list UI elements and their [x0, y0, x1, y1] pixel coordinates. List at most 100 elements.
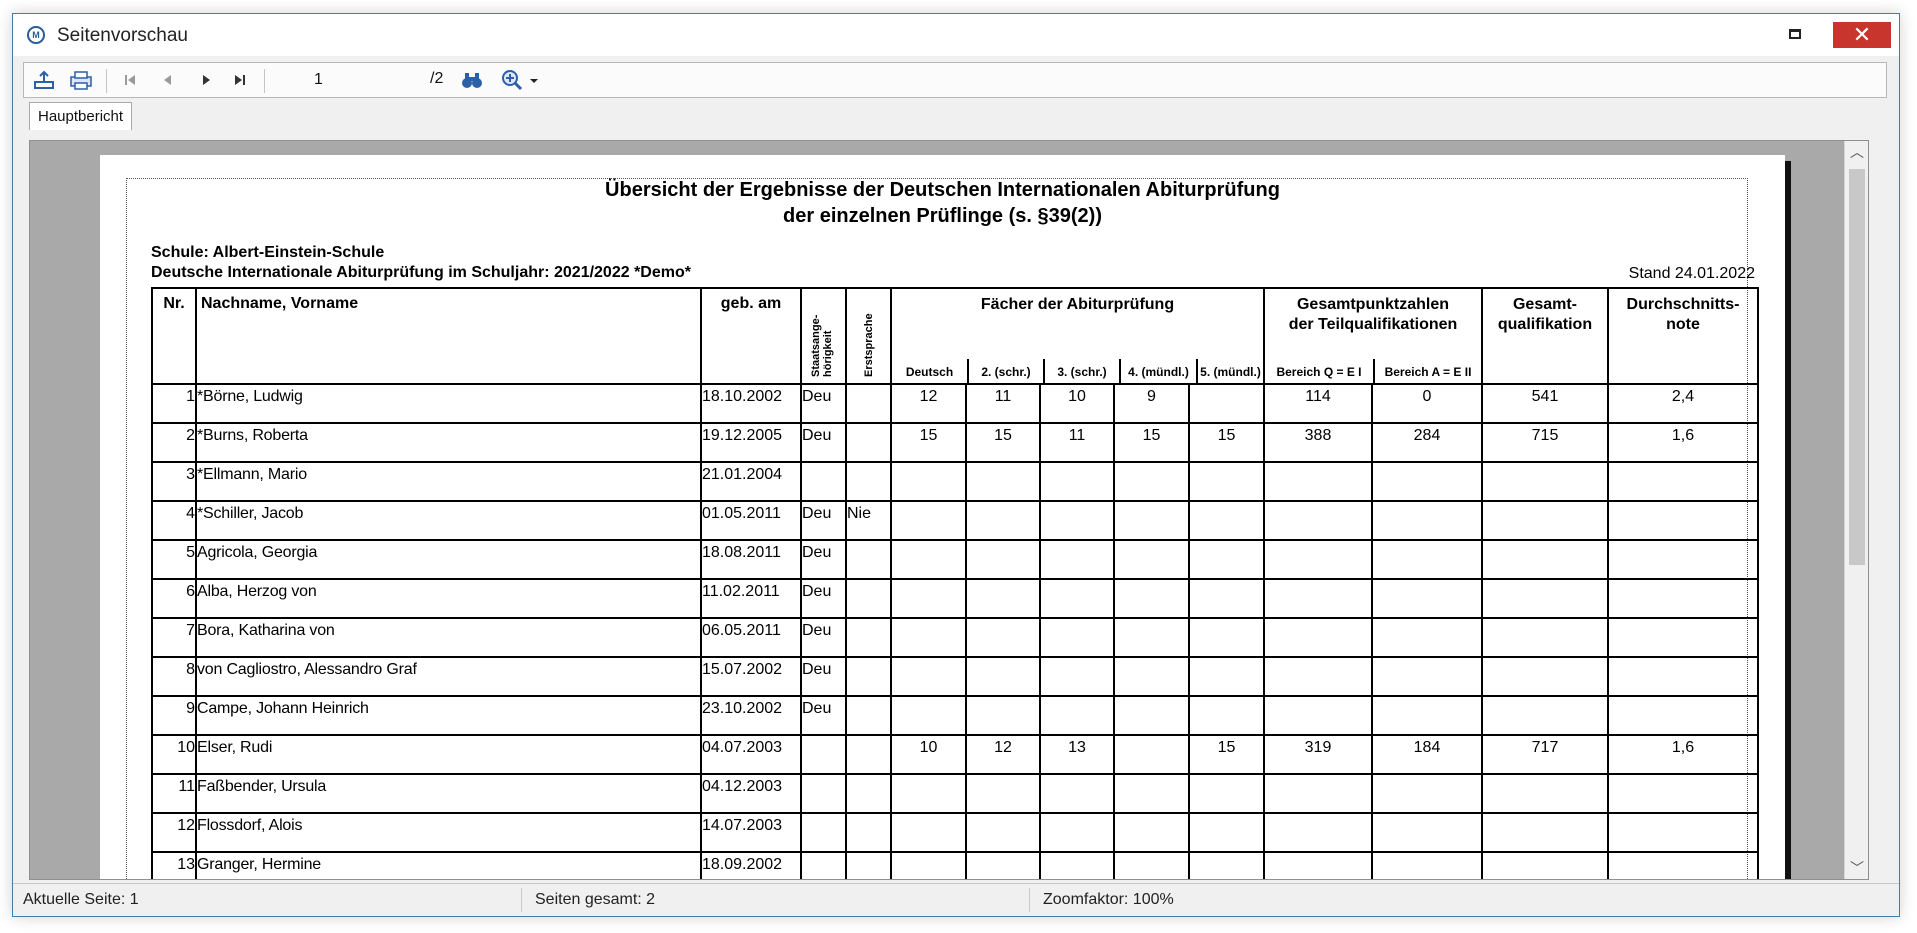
status-total-pages: Seiten gesamt: 2 [535, 891, 656, 908]
previous-page-icon[interactable] [158, 69, 178, 91]
row-bereich-q [1263, 656, 1373, 697]
tab-hauptbericht[interactable]: Hauptbericht [29, 102, 133, 130]
row-name: Faßbender, Ursula [195, 773, 702, 814]
row-deutsch [890, 539, 967, 580]
row-deutsch: 15 [890, 422, 967, 463]
row-nr: 2 [151, 422, 197, 463]
row-erstsprache [845, 422, 892, 463]
row-nr: 4 [151, 500, 197, 541]
row-bereich-a: 0 [1371, 383, 1483, 424]
row-name: Elser, Rudi [195, 734, 702, 775]
table-row: 9 Campe, Johann Heinrich 23.10.2002 Deu [151, 695, 1759, 736]
row-name: *Ellmann, Mario [195, 461, 702, 502]
row-4-muendl [1113, 851, 1190, 879]
header-erstsprache-label: Erstsprache [862, 313, 875, 377]
subheader-bereich-a: Bereich A = E II [1384, 365, 1472, 379]
report-title-line-1: Übersicht der Ergebnisse der Deutschen I… [605, 179, 1280, 201]
row-5-muendl: 15 [1188, 734, 1265, 775]
row-gesamtqual [1481, 461, 1609, 502]
row-durchschnitt [1607, 695, 1759, 736]
row-name: Campe, Johann Heinrich [195, 695, 702, 736]
row-geb: 04.12.2003 [700, 773, 802, 814]
row-nr: 3 [151, 461, 197, 502]
print-icon[interactable] [68, 69, 94, 91]
subheader-bereich-q: Bereich Q = E I [1276, 365, 1362, 379]
row-durchschnitt [1607, 617, 1759, 658]
row-name: Flossdorf, Alois [195, 812, 702, 853]
row-durchschnitt [1607, 500, 1759, 541]
row-2-schr [965, 656, 1041, 697]
row-5-muendl [1188, 500, 1265, 541]
row-erstsprache [845, 383, 892, 424]
row-3-schr: 11 [1039, 422, 1115, 463]
report-title-line-2: der einzelnen Prüflinge (s. §39(2)) [783, 205, 1102, 227]
row-geb: 14.07.2003 [700, 812, 802, 853]
header-gesamtpunktzahlen: Gesamtpunktzahlen der Teilqualifikationen… [1263, 287, 1483, 385]
binoculars-search-icon[interactable] [460, 69, 484, 91]
row-4-muendl [1113, 656, 1190, 697]
header-schnitt-b: note [1666, 316, 1700, 333]
row-gesamtqual [1481, 773, 1609, 814]
row-gesamtqual [1481, 851, 1609, 879]
row-nr: 13 [151, 851, 197, 879]
app-logo-icon: M [27, 26, 45, 44]
row-staat: Deu [800, 383, 847, 424]
table-row: 7 Bora, Katharina von 06.05.2011 Deu [151, 617, 1759, 658]
row-5-muendl [1188, 851, 1265, 879]
close-button[interactable]: ✕ [1833, 22, 1891, 48]
header-staatsangehoerigkeit: Staatsange-hörigkeit [800, 287, 847, 385]
exam-year: Deutsche Internationale Abiturprüfung im… [151, 264, 691, 281]
row-gesamtqual [1481, 500, 1609, 541]
row-staat [800, 773, 847, 814]
status-current-page: Aktuelle Seite: 1 [23, 891, 139, 908]
last-page-icon[interactable] [230, 69, 250, 91]
row-4-muendl [1113, 539, 1190, 580]
scroll-down-icon[interactable]: ﹀ [1845, 857, 1868, 879]
row-durchschnitt [1607, 851, 1759, 879]
row-3-schr [1039, 773, 1115, 814]
row-bereich-q: 388 [1263, 422, 1373, 463]
scrollbar-thumb[interactable] [1849, 169, 1865, 565]
page-number-input[interactable] [310, 67, 420, 93]
zoom-icon[interactable] [500, 69, 524, 91]
row-3-schr [1039, 539, 1115, 580]
status-zoom: Zoomfaktor: 100% [1043, 891, 1174, 908]
row-deutsch [890, 695, 967, 736]
row-5-muendl [1188, 695, 1265, 736]
dropdown-arrow-icon[interactable] [528, 69, 540, 91]
row-bereich-a [1371, 578, 1483, 619]
row-deutsch: 10 [890, 734, 967, 775]
row-bereich-q [1263, 695, 1373, 736]
row-5-muendl [1188, 656, 1265, 697]
row-bereich-a [1371, 617, 1483, 658]
row-geb: 11.02.2011 [700, 578, 802, 619]
row-bereich-q [1263, 461, 1373, 502]
row-deutsch [890, 461, 967, 502]
status-separator [1029, 888, 1030, 912]
row-durchschnitt: 1,6 [1607, 734, 1759, 775]
row-5-muendl [1188, 539, 1265, 580]
export-icon[interactable] [32, 69, 56, 91]
row-bereich-a [1371, 695, 1483, 736]
row-bereich-q [1263, 617, 1373, 658]
scroll-up-icon[interactable]: ︿ [1845, 141, 1868, 163]
row-2-schr: 15 [965, 422, 1041, 463]
row-2-schr [965, 812, 1041, 853]
toolbar: /2 [23, 62, 1887, 98]
table-row: 13 Granger, Hermine 18.09.2002 [151, 851, 1759, 879]
row-3-schr [1039, 461, 1115, 502]
row-bereich-a: 184 [1371, 734, 1483, 775]
maximize-button[interactable] [1777, 22, 1813, 48]
header-gesamtqualifikation: Gesamt-qualifikation [1481, 287, 1609, 385]
row-geb: 04.07.2003 [700, 734, 802, 775]
next-page-icon[interactable] [196, 69, 216, 91]
report-viewer: Übersicht der Ergebnisse der Deutschen I… [29, 140, 1869, 880]
first-page-icon[interactable] [120, 69, 140, 91]
row-geb: 18.09.2002 [700, 851, 802, 879]
row-erstsprache: Nie [845, 500, 892, 541]
preview-window: M Seitenvorschau ✕ /2 [12, 13, 1900, 917]
row-staat: Deu [800, 617, 847, 658]
vertical-scrollbar[interactable]: ︿ ﹀ [1844, 141, 1868, 879]
row-staat: Deu [800, 539, 847, 580]
row-deutsch [890, 812, 967, 853]
